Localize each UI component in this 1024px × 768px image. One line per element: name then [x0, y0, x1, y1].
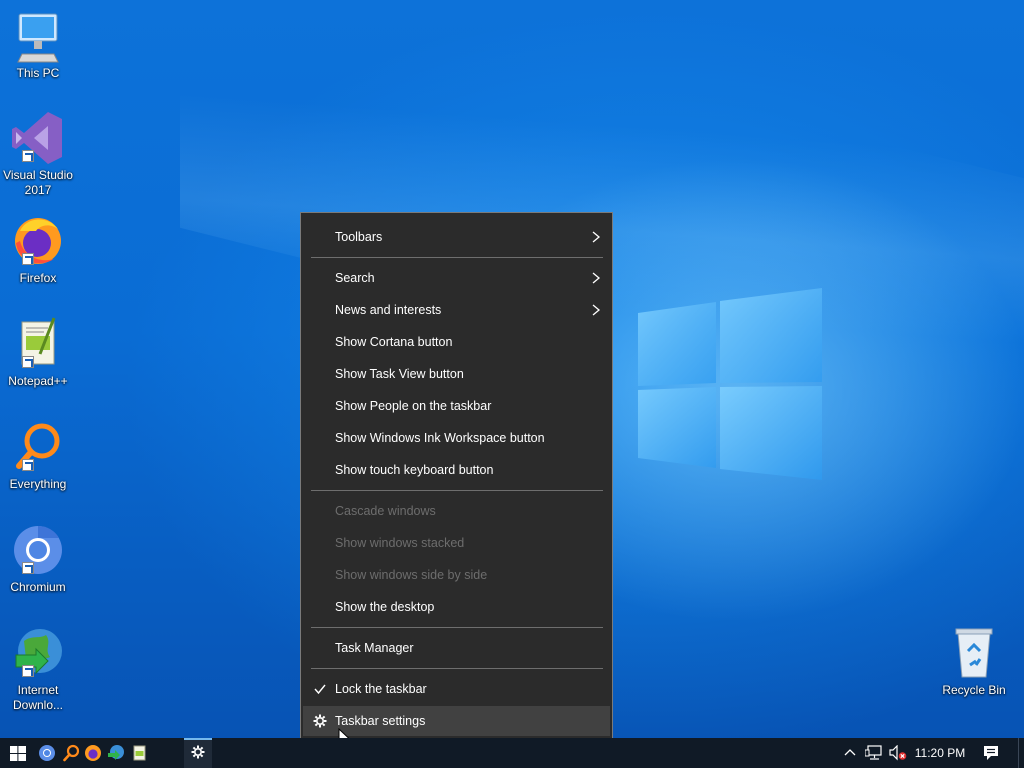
menu-separator [311, 257, 603, 258]
menu-item-label: News and interests [335, 303, 442, 317]
desktop-icon-label: Notepad++ [8, 374, 68, 388]
taskbar-context-menu: Toolbars Search News and interests Show … [300, 212, 613, 738]
chromium-icon [10, 522, 66, 578]
chevron-right-icon [592, 231, 601, 243]
taskbar-clock[interactable]: 11:20 PM [912, 738, 968, 768]
desktop-icon-firefox[interactable]: Firefox [0, 213, 76, 286]
volume-tray-button[interactable] [886, 738, 908, 768]
settings-gear-icon [191, 745, 205, 759]
shortcut-arrow-icon [22, 562, 34, 574]
menu-item-label: Toolbars [335, 230, 383, 244]
menu-item-label: Show People on the taskbar [335, 399, 492, 413]
menu-item-label: Show windows side by side [335, 568, 488, 582]
desktop-icon-label: This PC [16, 66, 60, 80]
menu-item-toolbars[interactable]: Toolbars [303, 222, 610, 252]
desktop-icon-notepad-plus-plus[interactable]: Notepad++ [0, 316, 76, 389]
menu-item-label: Search [335, 271, 375, 285]
menu-item-label: Show Cortana button [335, 335, 453, 349]
menu-item-show-task-view-button[interactable]: Show Task View button [303, 359, 610, 389]
taskbar-everything[interactable] [59, 738, 81, 768]
menu-separator [311, 627, 603, 628]
desktop-icon-visual-studio[interactable]: Visual Studio 2017 [0, 110, 76, 198]
desktop[interactable]: This PC Visual Studio 2017 Firefox Notep… [0, 0, 1024, 738]
active-indicator [184, 738, 212, 740]
visual-studio-icon [10, 110, 66, 166]
menu-item-label: Show windows stacked [335, 536, 465, 550]
desktop-icon-recycle-bin[interactable]: Recycle Bin [936, 625, 1012, 698]
checkmark-icon [314, 684, 326, 695]
chevron-right-icon [592, 272, 601, 284]
windows-logo-wallpaper [638, 288, 822, 480]
desktop-icon-label: Visual Studio 2017 [3, 168, 73, 197]
taskbar-notepad-plus-plus[interactable] [128, 738, 150, 768]
mouse-pointer-icon [338, 728, 350, 738]
start-button[interactable] [0, 738, 36, 768]
taskbar-chromium[interactable] [36, 738, 58, 768]
menu-item-label: Show touch keyboard button [335, 463, 494, 477]
menu-item-label: Cascade windows [335, 504, 436, 518]
taskbar-internet-download-manager[interactable] [105, 738, 127, 768]
speaker-muted-icon [889, 745, 907, 761]
desktop-icon-internet-download-manager[interactable]: Internet Downlo... [0, 625, 76, 713]
chevron-up-icon [844, 749, 856, 756]
menu-item-label: Show Task View button [335, 367, 464, 381]
notepad-plus-plus-icon [133, 745, 146, 761]
notepad-plus-plus-icon [10, 316, 66, 372]
computer-icon [10, 8, 66, 64]
chromium-icon [39, 745, 55, 761]
everything-icon [63, 744, 80, 762]
taskbar-settings[interactable] [184, 738, 212, 768]
menu-separator [311, 490, 603, 491]
firefox-icon [10, 213, 66, 269]
show-desktop-button[interactable] [1018, 738, 1024, 768]
show-hidden-icons-button[interactable] [840, 738, 860, 768]
menu-item-show-the-desktop[interactable]: Show the desktop [303, 592, 610, 622]
start-icon [10, 746, 26, 761]
shortcut-arrow-icon [22, 356, 34, 368]
taskbar[interactable]: 11:20 PM [0, 738, 1024, 768]
notification-icon [984, 746, 998, 760]
menu-item-label: Taskbar settings [335, 714, 426, 728]
menu-item-show-windows-side-by-side: Show windows side by side [303, 560, 610, 590]
desktop-icon-label: Recycle Bin [942, 683, 1006, 697]
internet-download-manager-icon [108, 745, 124, 760]
desktop-icon-everything[interactable]: Everything [0, 419, 76, 492]
desktop-icon-label: Firefox [19, 271, 57, 285]
menu-item-label: Task Manager [335, 641, 414, 655]
menu-item-show-windows-stacked: Show windows stacked [303, 528, 610, 558]
shortcut-arrow-icon [22, 665, 34, 677]
menu-item-label: Show the desktop [335, 600, 435, 614]
network-wired-icon [865, 745, 882, 760]
menu-item-news-and-interests[interactable]: News and interests [303, 295, 610, 325]
desktop-icon-label: Everything [9, 477, 67, 491]
menu-item-show-touch-keyboard[interactable]: Show touch keyboard button [303, 455, 610, 485]
search-magnifier-icon [10, 419, 66, 475]
menu-item-label: Lock the taskbar [335, 682, 427, 696]
internet-download-manager-icon [10, 625, 66, 681]
menu-item-label: Show Windows Ink Workspace button [335, 431, 545, 445]
gear-icon [313, 714, 327, 728]
taskbar-firefox[interactable] [82, 738, 104, 768]
network-tray-button[interactable] [862, 738, 884, 768]
desktop-icon-this-pc[interactable]: This PC [0, 8, 76, 81]
menu-item-cascade-windows: Cascade windows [303, 496, 610, 526]
action-center-button[interactable] [976, 738, 1006, 768]
desktop-icon-label: Chromium [10, 580, 66, 594]
chevron-right-icon [592, 304, 601, 316]
menu-item-show-windows-ink[interactable]: Show Windows Ink Workspace button [303, 423, 610, 453]
menu-item-lock-the-taskbar[interactable]: Lock the taskbar [303, 674, 610, 704]
shortcut-arrow-icon [22, 459, 34, 471]
menu-item-task-manager[interactable]: Task Manager [303, 633, 610, 663]
shortcut-arrow-icon [22, 150, 34, 162]
menu-item-show-people[interactable]: Show People on the taskbar [303, 391, 610, 421]
firefox-icon [85, 745, 101, 761]
desktop-icon-label: Internet Downlo... [12, 683, 64, 712]
menu-item-show-cortana-button[interactable]: Show Cortana button [303, 327, 610, 357]
desktop-icon-chromium[interactable]: Chromium [0, 522, 76, 595]
menu-separator [311, 668, 603, 669]
menu-item-search[interactable]: Search [303, 263, 610, 293]
recycle-bin-icon [946, 625, 1002, 681]
shortcut-arrow-icon [22, 253, 34, 265]
